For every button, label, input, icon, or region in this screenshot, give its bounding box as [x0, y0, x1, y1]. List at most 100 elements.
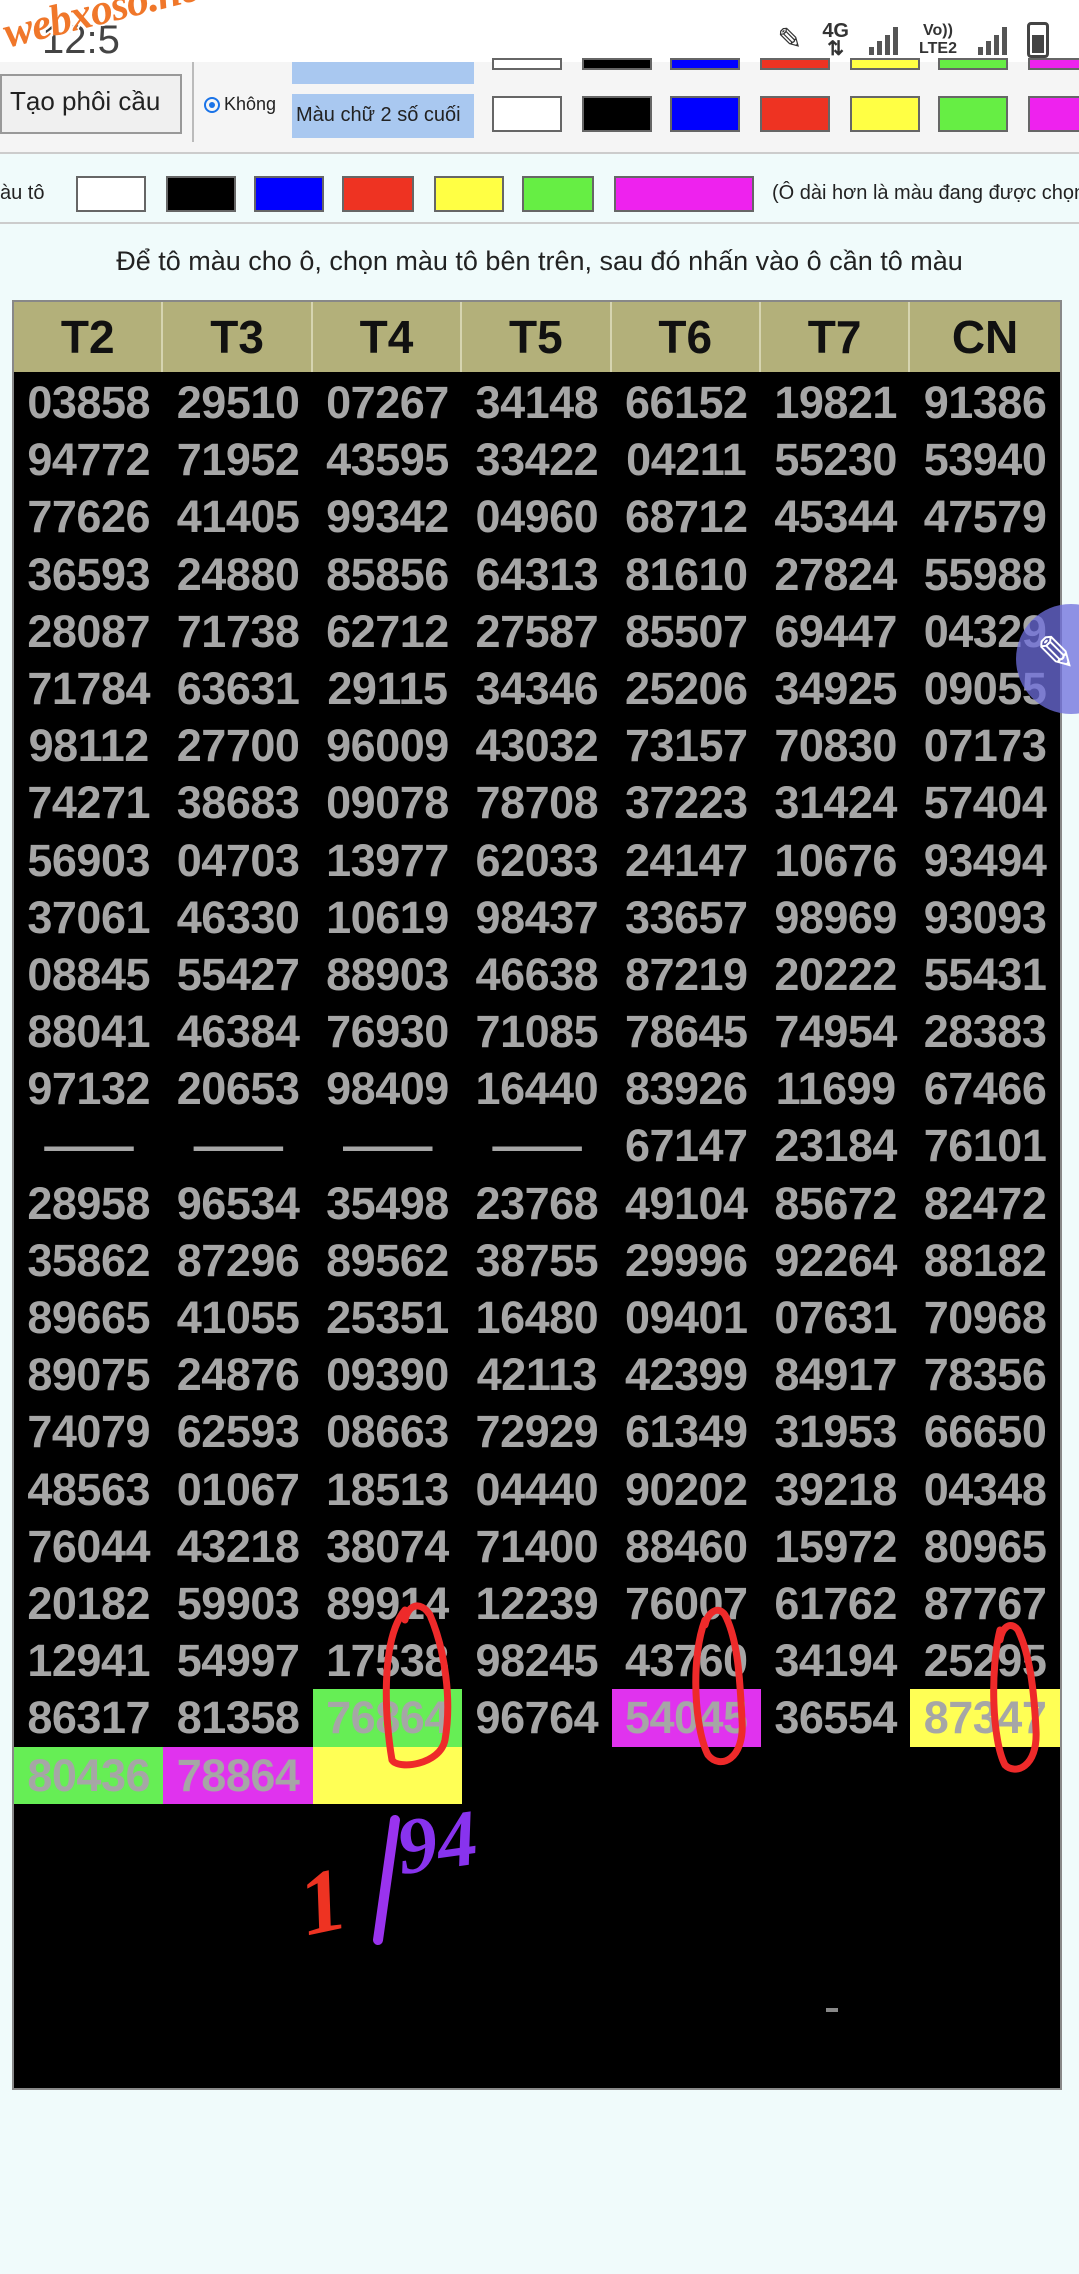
table-cell[interactable]: 98969	[761, 889, 910, 946]
table-cell[interactable]: 61349	[612, 1403, 761, 1460]
table-cell[interactable]: 93494	[910, 832, 1059, 889]
table-cell[interactable]: 76007	[612, 1575, 761, 1632]
table-cell[interactable]: 64313	[462, 546, 611, 603]
table-cell[interactable]: 71085	[462, 1003, 611, 1060]
table-cell[interactable]: 74954	[761, 1003, 910, 1060]
table-cell[interactable]: 99342	[313, 488, 462, 545]
table-cell[interactable]: 43595	[313, 431, 462, 488]
table-cell[interactable]: 86317	[14, 1689, 163, 1746]
table-cell[interactable]: 96534	[163, 1175, 312, 1232]
text-swatch-red-top[interactable]	[760, 58, 830, 70]
table-cell[interactable]: 63631	[163, 660, 312, 717]
table-cell[interactable]: 29115	[313, 660, 462, 717]
table-cell[interactable]: 20222	[761, 946, 910, 1003]
table-cell[interactable]: 17538	[313, 1632, 462, 1689]
table-cell[interactable]: 29510	[163, 374, 312, 431]
table-cell[interactable]: 33657	[612, 889, 761, 946]
table-cell[interactable]: 23768	[462, 1175, 611, 1232]
text-swatch-yellow[interactable]	[850, 96, 920, 132]
table-cell[interactable]: 16440	[462, 1060, 611, 1117]
table-cell[interactable]	[462, 1747, 611, 1804]
table-cell[interactable]: 88903	[313, 946, 462, 1003]
table-cell[interactable]: 33422	[462, 431, 611, 488]
table-cell[interactable]: 98409	[313, 1060, 462, 1117]
table-cell[interactable]: 04703	[163, 832, 312, 889]
fill-swatch-blue[interactable]	[254, 176, 324, 212]
table-cell[interactable]: 88041	[14, 1003, 163, 1060]
table-cell[interactable]: 69447	[761, 603, 910, 660]
table-cell[interactable]: 87219	[612, 946, 761, 1003]
table-cell[interactable]: 10676	[761, 832, 910, 889]
text-swatch-blue-top[interactable]	[670, 58, 740, 70]
table-cell[interactable]: 37223	[612, 774, 761, 831]
table-cell[interactable]: ——	[462, 1117, 611, 1174]
table-cell[interactable]: 55988	[910, 546, 1059, 603]
text-swatch-magenta[interactable]	[1028, 96, 1079, 132]
table-cell[interactable]: 85507	[612, 603, 761, 660]
table-cell[interactable]: 56903	[14, 832, 163, 889]
table-cell[interactable]: 20182	[14, 1575, 163, 1632]
table-cell[interactable]: 76044	[14, 1518, 163, 1575]
table-cell[interactable]: 13977	[313, 832, 462, 889]
table-cell[interactable]: 88460	[612, 1518, 761, 1575]
table-cell[interactable]	[761, 1747, 910, 1804]
table-cell[interactable]: 70968	[910, 1289, 1059, 1346]
table-cell[interactable]: 98245	[462, 1632, 611, 1689]
table-cell[interactable]: 34346	[462, 660, 611, 717]
table-cell[interactable]: 07173	[910, 717, 1059, 774]
table-cell[interactable]: 55431	[910, 946, 1059, 1003]
text-swatch-white[interactable]	[492, 96, 562, 132]
table-cell[interactable]: 25295	[910, 1632, 1059, 1689]
table-cell[interactable]: 96764	[462, 1689, 611, 1746]
text-swatch-white-top[interactable]	[492, 58, 562, 70]
table-cell[interactable]	[312, 1746, 463, 1804]
table-cell[interactable]: 81610	[612, 546, 761, 603]
table-cell[interactable]: 09078	[313, 774, 462, 831]
table-cell[interactable]: 28383	[910, 1003, 1059, 1060]
table-cell[interactable]: 66650	[910, 1403, 1059, 1460]
fill-swatch-red[interactable]	[342, 176, 414, 212]
table-cell[interactable]: 24147	[612, 832, 761, 889]
table-cell[interactable]: 39218	[761, 1461, 910, 1518]
table-cell[interactable]: 31953	[761, 1403, 910, 1460]
table-cell[interactable]: 25206	[612, 660, 761, 717]
radio-none[interactable]: Không	[204, 94, 276, 115]
table-cell[interactable]: 38683	[163, 774, 312, 831]
table-cell[interactable]: ——	[14, 1117, 163, 1174]
table-cell[interactable]: 47579	[910, 488, 1059, 545]
table-cell[interactable]: 90202	[612, 1461, 761, 1518]
table-cell[interactable]: 89665	[14, 1289, 163, 1346]
table-cell[interactable]: 25351	[313, 1289, 462, 1346]
table-cell[interactable]: 28087	[14, 603, 163, 660]
table-cell[interactable]: 18513	[313, 1461, 462, 1518]
table-cell[interactable]: 43218	[163, 1518, 312, 1575]
table-cell[interactable]: 38755	[462, 1232, 611, 1289]
table-cell[interactable]: 28958	[14, 1175, 163, 1232]
table-cell[interactable]: 96009	[313, 717, 462, 774]
table-cell[interactable]: 89075	[14, 1346, 163, 1403]
table-cell[interactable]: 78356	[910, 1346, 1059, 1403]
table-cell[interactable]: 72929	[462, 1403, 611, 1460]
table-cell[interactable]: 88182	[910, 1232, 1059, 1289]
table-cell[interactable]	[612, 1747, 761, 1804]
table-cell[interactable]: 03858	[14, 374, 163, 431]
table-cell[interactable]: 62712	[313, 603, 462, 660]
table-cell[interactable]: 29996	[612, 1232, 761, 1289]
table-cell[interactable]: 16480	[462, 1289, 611, 1346]
table-cell[interactable]: 73157	[612, 717, 761, 774]
table-cell[interactable]: 97132	[14, 1060, 163, 1117]
table-cell[interactable]: 83926	[612, 1060, 761, 1117]
table-cell[interactable]: 49104	[612, 1175, 761, 1232]
table-cell[interactable]: 09401	[612, 1289, 761, 1346]
table-cell[interactable]: 01067	[163, 1461, 312, 1518]
table-cell[interactable]: 92264	[761, 1232, 910, 1289]
table-cell[interactable]: 71400	[462, 1518, 611, 1575]
table-cell[interactable]: ——	[163, 1117, 312, 1174]
text-swatch-magenta-top[interactable]	[1028, 58, 1079, 70]
table-cell[interactable]: 85672	[761, 1175, 910, 1232]
table-cell[interactable]: 42113	[462, 1346, 611, 1403]
table-cell[interactable]: 71952	[163, 431, 312, 488]
table-cell[interactable]: 77626	[14, 488, 163, 545]
table-cell[interactable]: 07267	[313, 374, 462, 431]
table-cell[interactable]: 67147	[612, 1117, 761, 1174]
